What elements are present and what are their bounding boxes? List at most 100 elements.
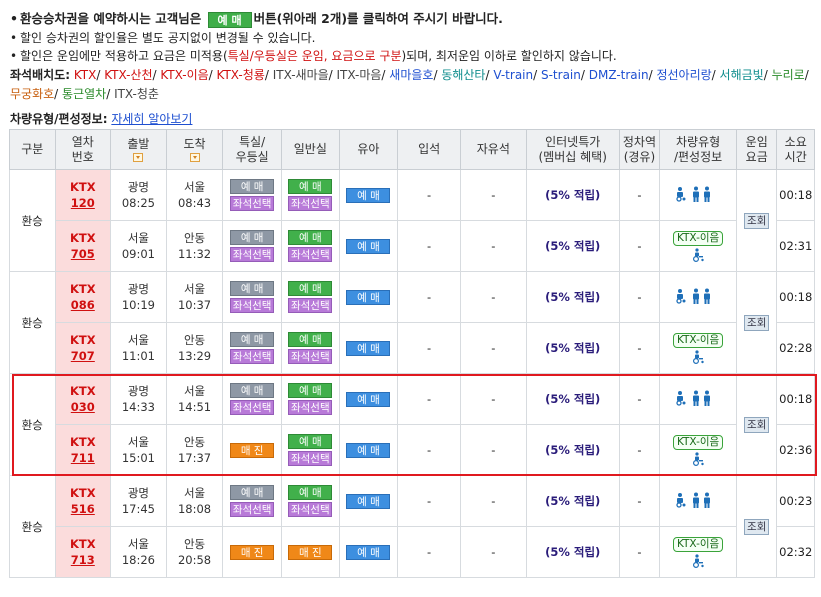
depart-station: 광명 xyxy=(127,384,149,398)
reserve-button[interactable]: 예 매 xyxy=(230,230,275,245)
seat-layout-link[interactable]: KTX-산천 xyxy=(104,68,152,82)
seat-layout-link[interactable]: V-train xyxy=(493,68,533,82)
seat-layout-link[interactable]: KTX-청룡 xyxy=(217,68,265,82)
seat-layout-link[interactable]: 정선아리랑 xyxy=(656,68,711,82)
reserve-button[interactable]: 예 매 xyxy=(230,383,275,398)
infant-reserve-button[interactable]: 예 매 xyxy=(346,493,391,509)
seat-layout-label: 좌석배치도: xyxy=(10,68,70,82)
train-number-link[interactable]: 120 xyxy=(56,195,111,211)
fare-lookup-button[interactable]: 조회 xyxy=(744,518,770,535)
depart-station: 광명 xyxy=(127,486,149,500)
seat-select-button[interactable]: 좌석선택 xyxy=(288,400,333,415)
fare-lookup-button[interactable]: 조회 xyxy=(744,212,770,229)
seat-layout-link[interactable]: ITX-새마을 xyxy=(273,68,329,82)
seat-select-button[interactable]: 좌석선택 xyxy=(288,502,333,517)
seat-select-button[interactable]: 좌석선택 xyxy=(288,196,333,211)
seat-layout-link[interactable]: 누리로 xyxy=(772,68,805,82)
seat-select-button[interactable]: 좌석선택 xyxy=(230,502,275,517)
seat-select-button[interactable]: 좌석선택 xyxy=(230,196,275,211)
separator: / xyxy=(763,68,772,82)
seat-layout-link[interactable]: ITX-청춘 xyxy=(114,87,159,101)
sort-icon[interactable] xyxy=(189,153,200,162)
table-row: KTX 707 서울 11:01 안동 13:29 예 매 좌석선택 예 매 좌석선택 예 매 - -(… xyxy=(10,322,815,374)
train-number-link[interactable]: 707 xyxy=(56,348,111,364)
internet-discount-cell: (5% 적립) xyxy=(525,526,620,578)
train-number-cell[interactable]: KTX 516 xyxy=(54,475,112,527)
reserve-button[interactable]: 예 매 xyxy=(288,434,333,449)
infant-reserve-button[interactable]: 예 매 xyxy=(346,238,391,254)
fare-lookup-button[interactable]: 조회 xyxy=(744,416,770,433)
reserve-button[interactable]: 예 매 xyxy=(288,179,333,194)
cartype-cell xyxy=(659,475,737,527)
seat-select-button[interactable]: 좌석선택 xyxy=(288,298,333,313)
reserve-sample-button: 예 매 xyxy=(207,11,252,28)
reserve-button[interactable]: 예 매 xyxy=(230,332,275,347)
seat-select-button[interactable]: 좌석선택 xyxy=(230,349,275,364)
reserve-button[interactable]: 예 매 xyxy=(288,332,333,347)
reserve-button[interactable]: 예 매 xyxy=(288,383,333,398)
train-number-cell[interactable]: KTX 707 xyxy=(54,322,112,374)
infant-reserve-button[interactable]: 예 매 xyxy=(346,340,391,356)
seat-layout-link[interactable]: DMZ-train xyxy=(589,68,649,82)
seat-layout-link[interactable]: ITX-마음 xyxy=(337,68,382,82)
bullet: • xyxy=(10,49,18,63)
train-number-link[interactable]: 516 xyxy=(56,501,111,517)
reserve-button[interactable]: 예 매 xyxy=(230,281,275,296)
depart-cell: 광명 17:45 xyxy=(110,475,167,527)
seat-select-button[interactable]: 좌석선택 xyxy=(288,247,333,262)
general-cell: 예 매좌석선택 xyxy=(280,271,340,323)
infant-reserve-button[interactable]: 예 매 xyxy=(346,187,391,203)
train-number-cell[interactable]: KTX 086 xyxy=(54,271,112,323)
train-number-cell[interactable]: KTX 711 xyxy=(54,424,112,476)
depart-station: 서울 xyxy=(127,435,149,449)
seat-select-button[interactable]: 좌석선택 xyxy=(288,349,333,364)
seat-select-button[interactable]: 좌석선택 xyxy=(288,451,333,466)
notice-line-1: • 환승승차권을 예약하시는 고객님은 예 매 버튼(위아래 2개)를 클릭하여 주… xyxy=(10,8,810,29)
seat-layout-link[interactable]: KTX xyxy=(74,68,97,82)
seat-layout-link[interactable]: 동해산타 xyxy=(441,68,485,82)
fare-lookup-button[interactable]: 조회 xyxy=(744,314,770,331)
train-number-link[interactable]: 711 xyxy=(56,450,111,466)
car-info-link[interactable]: 자세히 알아보기 xyxy=(111,112,192,126)
seat-select-button[interactable]: 좌석선택 xyxy=(230,247,275,262)
separator: / xyxy=(96,68,105,82)
train-number-link[interactable]: 705 xyxy=(56,246,111,262)
seat-select-button[interactable]: 좌석선택 xyxy=(230,400,275,415)
depart-cell: 광명 14:33 xyxy=(110,373,167,425)
reserve-button[interactable]: 예 매 xyxy=(230,485,275,500)
train-number-cell[interactable]: KTX 120 xyxy=(54,169,112,221)
infant-reserve-button[interactable]: 예 매 xyxy=(346,391,391,407)
cartype-cell: KTX-이음 xyxy=(659,424,737,476)
train-number-link[interactable]: 713 xyxy=(56,552,111,568)
reserve-button[interactable]: 예 매 xyxy=(230,179,275,194)
ktx-eum-badge: KTX-이음 xyxy=(672,333,724,348)
seat-layout-link[interactable]: 통근열차 xyxy=(62,87,106,101)
depart-cell: 서울 18:26 xyxy=(110,526,167,578)
infant-reserve-button[interactable]: 예 매 xyxy=(346,289,391,305)
train-number-cell[interactable]: KTX 705 xyxy=(54,220,112,272)
train-number-link[interactable]: 086 xyxy=(56,297,111,313)
seat-layout-link[interactable]: KTX-이음 xyxy=(160,68,208,82)
reserve-button[interactable]: 예 매 xyxy=(288,485,333,500)
infant-reserve-button[interactable]: 예 매 xyxy=(346,544,391,560)
train-type: KTX xyxy=(69,282,96,296)
special-cell: 예 매좌석선택 xyxy=(222,271,282,323)
arrive-cell: 서울 14:51 xyxy=(165,373,224,425)
reserve-button[interactable]: 예 매 xyxy=(288,281,333,296)
special-cell: 매 진 xyxy=(222,424,282,476)
seat-layout-link[interactable]: 무궁화호 xyxy=(10,87,54,101)
seat-layout-link[interactable]: S-train xyxy=(541,68,581,82)
train-number-link[interactable]: 030 xyxy=(56,399,111,415)
reserve-button[interactable]: 예 매 xyxy=(288,230,333,245)
sort-icon[interactable] xyxy=(133,153,144,162)
depart-time: 17:45 xyxy=(121,502,155,516)
seat-select-button[interactable]: 좌석선택 xyxy=(230,298,275,313)
col-arrive[interactable]: 도착 xyxy=(165,129,224,170)
separator: / xyxy=(328,68,337,82)
train-number-cell[interactable]: KTX 713 xyxy=(54,526,112,578)
seat-layout-link[interactable]: 서해금빛 xyxy=(720,68,764,82)
seat-layout-link[interactable]: 새마을호 xyxy=(389,68,433,82)
col-depart[interactable]: 출발 xyxy=(110,129,167,170)
infant-reserve-button[interactable]: 예 매 xyxy=(346,442,391,458)
train-number-cell[interactable]: KTX 030 xyxy=(54,373,112,425)
